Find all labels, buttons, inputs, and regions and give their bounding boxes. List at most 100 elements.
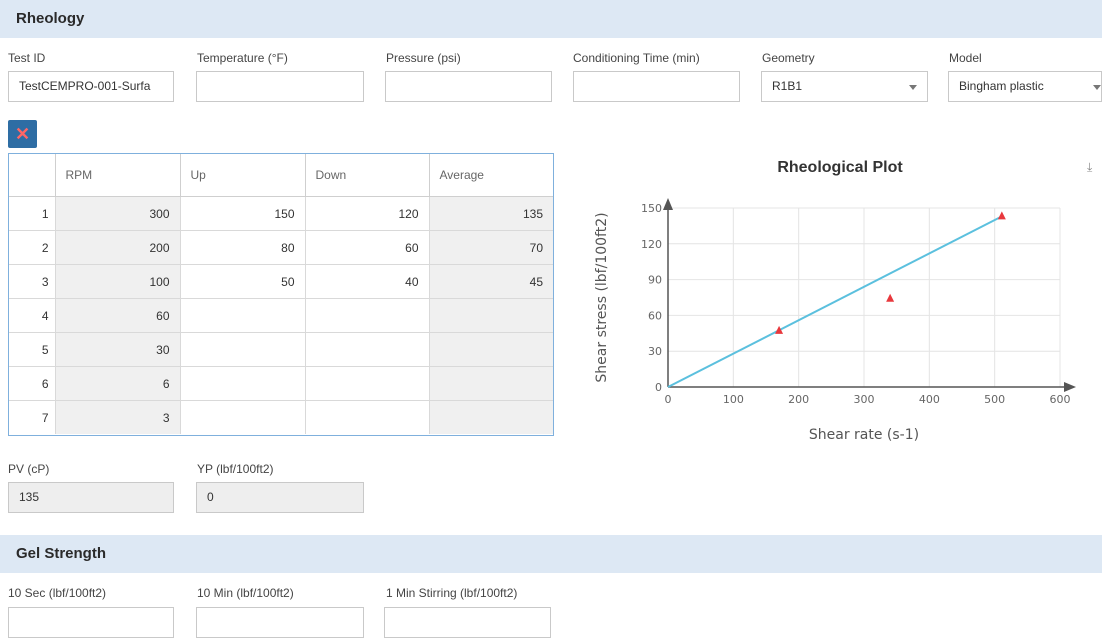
column-header-index bbox=[9, 154, 56, 197]
row-index: 5 bbox=[9, 332, 56, 367]
gel-strength-title: Gel Strength bbox=[16, 545, 107, 562]
yp-label: YP (lbf/100ft2) bbox=[197, 462, 274, 476]
x-tick-label: 100 bbox=[723, 393, 744, 406]
x-tick-label: 0 bbox=[665, 393, 672, 406]
y-tick-label: 30 bbox=[648, 345, 662, 358]
row-index: 4 bbox=[9, 298, 56, 333]
down-cell[interactable]: 60 bbox=[305, 230, 430, 265]
up-cell[interactable]: 50 bbox=[180, 264, 306, 299]
pv-field: 135 bbox=[8, 482, 174, 513]
row-index: 7 bbox=[9, 400, 56, 434]
geometry-selected-value: R1B1 bbox=[772, 79, 803, 93]
down-cell[interactable] bbox=[305, 332, 430, 367]
table-row: 3 100 50 40 45 bbox=[9, 264, 553, 299]
rpm-cell: 100 bbox=[55, 264, 181, 299]
average-cell bbox=[429, 332, 553, 367]
table-row: 66 bbox=[9, 366, 553, 401]
down-cell[interactable]: 40 bbox=[305, 264, 430, 299]
table-row: 73 bbox=[9, 400, 553, 434]
rheology-section-header: Rheology bbox=[0, 0, 1102, 38]
column-header-rpm: RPM bbox=[55, 154, 181, 197]
x-tick-label: 600 bbox=[1050, 393, 1071, 406]
rpm-cell: 30 bbox=[55, 332, 181, 367]
column-header-up: Up bbox=[180, 154, 306, 197]
column-header-average: Average bbox=[429, 154, 553, 197]
temperature-label: Temperature (°F) bbox=[197, 51, 288, 65]
row-index: 2 bbox=[9, 230, 56, 265]
geometry-select[interactable]: R1B1 bbox=[761, 71, 928, 102]
model-label: Model bbox=[949, 51, 982, 65]
data-point bbox=[886, 293, 895, 302]
rpm-cell: 3 bbox=[55, 400, 181, 434]
rpm-cell: 300 bbox=[55, 196, 181, 231]
rheology-data-grid: RPM Up Down Average 1 300 150 120 135 2 200 80 6… bbox=[8, 153, 554, 436]
x-tick-label: 500 bbox=[984, 393, 1005, 406]
fit-line bbox=[667, 215, 1003, 388]
y-axis-title: Shear stress (lbf/100ft2) bbox=[594, 212, 610, 382]
down-cell[interactable] bbox=[305, 366, 430, 401]
test-id-label: Test ID bbox=[8, 51, 46, 65]
x-tick-label: 300 bbox=[854, 393, 875, 406]
rpm-cell: 200 bbox=[55, 230, 181, 265]
gel-10sec-label: 10 Sec (lbf/100ft2) bbox=[8, 586, 107, 600]
up-cell[interactable]: 150 bbox=[180, 196, 306, 231]
model-select[interactable]: Bingham plastic bbox=[948, 71, 1102, 102]
average-cell: 45 bbox=[429, 264, 553, 299]
y-tick-label: 0 bbox=[655, 381, 662, 394]
column-header-down: Down bbox=[305, 154, 430, 197]
chevron-down-icon bbox=[1093, 85, 1101, 90]
data-point bbox=[997, 211, 1006, 220]
temperature-input[interactable] bbox=[196, 71, 364, 102]
row-index: 3 bbox=[9, 264, 56, 299]
x-axis-arrow bbox=[1064, 382, 1076, 392]
y-tick-label: 120 bbox=[641, 238, 662, 251]
geometry-label: Geometry bbox=[762, 51, 815, 65]
test-id-input[interactable]: TestCEMPRO-001-Surfa bbox=[8, 71, 174, 102]
up-cell[interactable] bbox=[180, 366, 306, 401]
chart-title: Rheological Plot bbox=[777, 159, 903, 176]
x-tick-label: 200 bbox=[788, 393, 809, 406]
pressure-input[interactable] bbox=[385, 71, 552, 102]
up-cell[interactable]: 80 bbox=[180, 230, 306, 265]
gel-strength-section-header: Gel Strength bbox=[0, 535, 1102, 573]
conditioning-time-label: Conditioning Time (min) bbox=[573, 51, 700, 65]
chevron-down-icon bbox=[909, 85, 917, 90]
gel-10min-input[interactable] bbox=[196, 607, 364, 638]
average-cell: 135 bbox=[429, 196, 553, 231]
delete-rows-button[interactable]: ✕ bbox=[8, 120, 37, 148]
average-cell bbox=[429, 366, 553, 401]
up-cell[interactable] bbox=[180, 332, 306, 367]
x-tick-label: 400 bbox=[919, 393, 940, 406]
y-tick-label: 60 bbox=[648, 309, 662, 322]
average-cell: 70 bbox=[429, 230, 553, 265]
table-row: 4 60 bbox=[9, 298, 553, 333]
y-axis-arrow bbox=[663, 198, 673, 210]
gel-10sec-input[interactable] bbox=[8, 607, 174, 638]
down-cell[interactable] bbox=[305, 400, 430, 434]
pressure-label: Pressure (psi) bbox=[386, 51, 461, 65]
model-selected-value: Bingham plastic bbox=[959, 79, 1044, 93]
yp-field: 0 bbox=[196, 482, 364, 513]
conditioning-time-input[interactable] bbox=[573, 71, 740, 102]
x-axis-title: Shear rate (s-1) bbox=[809, 427, 919, 443]
row-index: 6 bbox=[9, 366, 56, 401]
average-cell bbox=[429, 400, 553, 434]
down-cell[interactable]: 120 bbox=[305, 196, 430, 231]
gel-1min-stirring-label: 1 Min Stirring (lbf/100ft2) bbox=[386, 586, 518, 600]
rheology-title: Rheology bbox=[16, 10, 85, 27]
gel-10min-label: 10 Min (lbf/100ft2) bbox=[197, 586, 294, 600]
table-header-row: RPM Up Down Average bbox=[9, 154, 553, 197]
table-row: 2 200 80 60 70 bbox=[9, 230, 553, 265]
table-row: 5 30 bbox=[9, 332, 553, 367]
pv-label: PV (cP) bbox=[8, 462, 50, 476]
down-cell[interactable] bbox=[305, 298, 430, 333]
up-cell[interactable] bbox=[180, 298, 306, 333]
gel-1min-stirring-input[interactable] bbox=[384, 607, 551, 638]
up-cell[interactable] bbox=[180, 400, 306, 434]
row-index: 1 bbox=[9, 196, 56, 231]
rheological-plot: 0 100 200 300 400 500 600 0 30 60 90 120 150 Shear ra… bbox=[594, 198, 1076, 443]
rpm-cell: 6 bbox=[55, 366, 181, 401]
y-tick-label: 150 bbox=[641, 202, 662, 215]
download-icon[interactable]: ⤓ bbox=[1087, 160, 1092, 175]
average-cell bbox=[429, 298, 553, 333]
